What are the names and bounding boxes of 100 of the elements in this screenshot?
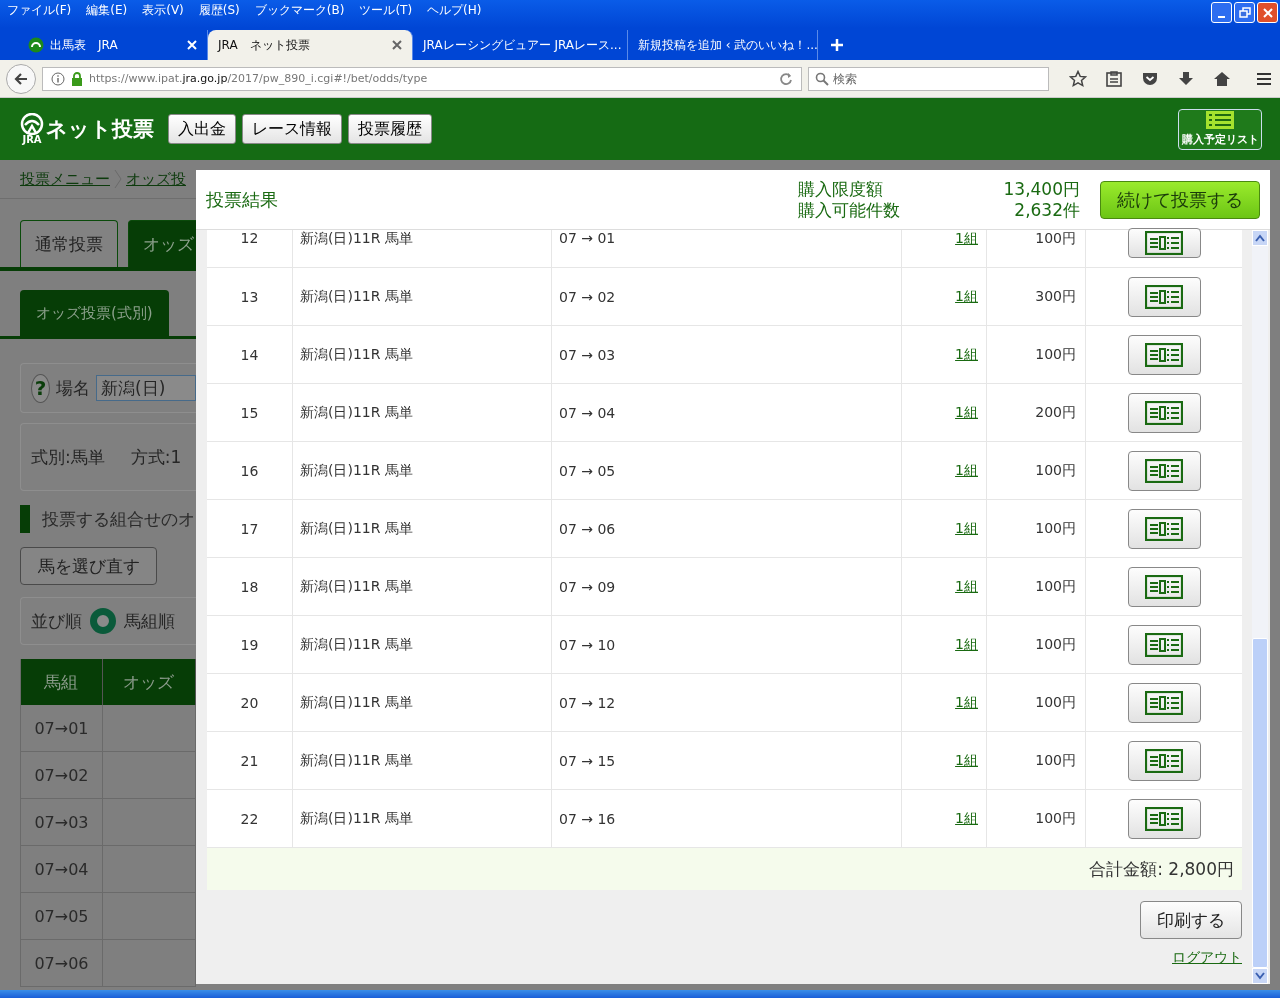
scroll-down-button[interactable] bbox=[1252, 968, 1268, 984]
row-number: 22 bbox=[207, 790, 293, 847]
combination-cell: 07 → 09 bbox=[552, 558, 902, 615]
tab-label: 出馬表 JRA bbox=[50, 36, 118, 54]
race-cell: 新潟(日)11R 馬単 bbox=[293, 790, 552, 847]
maximize-button[interactable] bbox=[1234, 2, 1255, 23]
race-cell: 新潟(日)11R 馬単 bbox=[293, 732, 552, 789]
detail-button[interactable] bbox=[1127, 508, 1201, 549]
scroll-up-button[interactable] bbox=[1252, 230, 1268, 246]
amount-cell: 100円 bbox=[987, 674, 1086, 731]
menu-item[interactable]: ヘルプ(H) bbox=[427, 2, 482, 19]
address-bar[interactable]: https://www.ipat.jra.go.jp/2017/pw_890_i.cgi#!/bet/odds/type bbox=[42, 66, 802, 91]
ticket-icon bbox=[1145, 458, 1183, 483]
clipboard-icon[interactable] bbox=[1105, 69, 1123, 88]
radio-button[interactable] bbox=[90, 608, 116, 634]
count-link[interactable]: 1組 bbox=[955, 461, 978, 480]
detail-button[interactable] bbox=[1127, 740, 1201, 781]
ticket-icon bbox=[1145, 690, 1183, 715]
nav-button[interactable]: 投票履歴 bbox=[348, 114, 432, 144]
ticket-icon bbox=[1145, 574, 1183, 599]
scroll-thumb[interactable] bbox=[1252, 638, 1268, 968]
menu-item[interactable]: 履歴(S) bbox=[198, 2, 240, 19]
reselect-button[interactable]: 馬を選び直す bbox=[20, 547, 157, 585]
detail-button[interactable] bbox=[1127, 682, 1201, 723]
detail-button[interactable] bbox=[1127, 566, 1201, 607]
detail-button[interactable] bbox=[1127, 798, 1201, 839]
menu-item[interactable]: 編集(E) bbox=[86, 2, 128, 19]
column-header: オッズ bbox=[103, 659, 196, 705]
heading-bar bbox=[20, 505, 30, 533]
menu-item[interactable]: 表示(V) bbox=[142, 2, 184, 19]
help-icon[interactable]: ? bbox=[31, 373, 50, 403]
detail-button[interactable] bbox=[1127, 624, 1201, 665]
logo-mark-text: JRA bbox=[22, 135, 42, 145]
detail-button[interactable] bbox=[1127, 276, 1201, 317]
count-link[interactable]: 1組 bbox=[955, 519, 978, 538]
count-link[interactable]: 1組 bbox=[955, 230, 978, 248]
close-button[interactable] bbox=[1257, 2, 1278, 23]
sort-label: 並び順 bbox=[31, 609, 82, 633]
detail-button[interactable] bbox=[1127, 228, 1201, 258]
method-text: 方式:1 bbox=[130, 445, 182, 469]
combination-cell: 07 → 01 bbox=[552, 230, 902, 267]
venue-field[interactable]: 新潟(日) bbox=[96, 375, 196, 401]
list-icon bbox=[1206, 111, 1234, 129]
count-link[interactable]: 1組 bbox=[955, 287, 978, 306]
sub-tab[interactable]: オッズ投票(式別) bbox=[20, 290, 169, 336]
bet-type-text: 式別:馬単 bbox=[31, 445, 105, 469]
count-link[interactable]: 1組 bbox=[955, 751, 978, 770]
count-link[interactable]: 1組 bbox=[955, 635, 978, 654]
browser-tab[interactable]: JRA ネット投票 bbox=[208, 30, 413, 60]
count-link[interactable]: 1組 bbox=[955, 345, 978, 364]
continue-button[interactable]: 続けて投票する bbox=[1100, 180, 1260, 219]
url-text: https://www.ipat.jra.go.jp/2017/pw_890_i.cgi#!/bet/odds/type bbox=[89, 72, 428, 85]
count-link[interactable]: 1組 bbox=[955, 693, 978, 712]
ticket-icon bbox=[1145, 284, 1183, 309]
nav-button[interactable]: レース情報 bbox=[242, 114, 342, 144]
table-cell: 07→02 bbox=[20, 752, 103, 799]
down-caret-icon bbox=[1255, 972, 1265, 980]
detail-button[interactable] bbox=[1127, 450, 1201, 491]
purchase-list-button[interactable]: 購入予定リスト bbox=[1178, 108, 1262, 150]
combination-cell: 07 → 15 bbox=[552, 732, 902, 789]
jra-logo[interactable]: JRA ネット投票 bbox=[20, 113, 154, 145]
ticket-icon bbox=[1145, 516, 1183, 541]
menu-item[interactable]: ファイル(F) bbox=[7, 2, 72, 19]
table-cell: 07→05 bbox=[20, 893, 103, 940]
print-button[interactable]: 印刷する bbox=[1140, 901, 1242, 939]
combination-cell: 07 → 05 bbox=[552, 442, 902, 499]
home-icon[interactable] bbox=[1213, 69, 1231, 88]
row-number: 16 bbox=[207, 442, 293, 499]
count-link[interactable]: 1組 bbox=[955, 577, 978, 596]
detail-button[interactable] bbox=[1127, 392, 1201, 433]
page-tab[interactable]: オッズ bbox=[128, 220, 196, 267]
close-icon[interactable] bbox=[392, 40, 402, 50]
star-icon[interactable] bbox=[1069, 69, 1087, 88]
combination-cell: 07 → 06 bbox=[552, 500, 902, 557]
combination-cell: 07 → 12 bbox=[552, 674, 902, 731]
download-icon[interactable] bbox=[1177, 69, 1195, 88]
count-link[interactable]: 1組 bbox=[955, 809, 978, 828]
menu-item[interactable]: ツール(T) bbox=[359, 2, 413, 19]
race-cell: 新潟(日)11R 馬単 bbox=[293, 268, 552, 325]
row-number: 19 bbox=[207, 616, 293, 673]
count-link[interactable]: 1組 bbox=[955, 403, 978, 422]
reload-icon[interactable] bbox=[779, 71, 793, 86]
ticket-icon bbox=[1145, 806, 1183, 831]
close-icon bbox=[1261, 6, 1274, 19]
minimize-button[interactable] bbox=[1211, 2, 1232, 23]
ticket-icon bbox=[1145, 231, 1183, 255]
page-tab[interactable]: 通常投票 bbox=[20, 220, 118, 267]
row-number: 18 bbox=[207, 558, 293, 615]
nav-button[interactable]: 入出金 bbox=[168, 114, 236, 144]
dialog-title: 投票結果 bbox=[206, 187, 278, 212]
row-number: 13 bbox=[207, 268, 293, 325]
logout-link[interactable]: ログアウト bbox=[1172, 949, 1242, 967]
new-tab-icon[interactable] bbox=[830, 38, 844, 52]
tab-label: JRAレーシングビュアー JRAレース... bbox=[423, 36, 622, 54]
menu-item[interactable]: ブックマーク(B) bbox=[254, 2, 345, 19]
detail-button[interactable] bbox=[1127, 334, 1201, 375]
back-button[interactable] bbox=[6, 63, 36, 94]
combination-cell: 07 → 04 bbox=[552, 384, 902, 441]
ticket-icon bbox=[1145, 342, 1183, 367]
scrollbar[interactable] bbox=[1252, 230, 1268, 984]
